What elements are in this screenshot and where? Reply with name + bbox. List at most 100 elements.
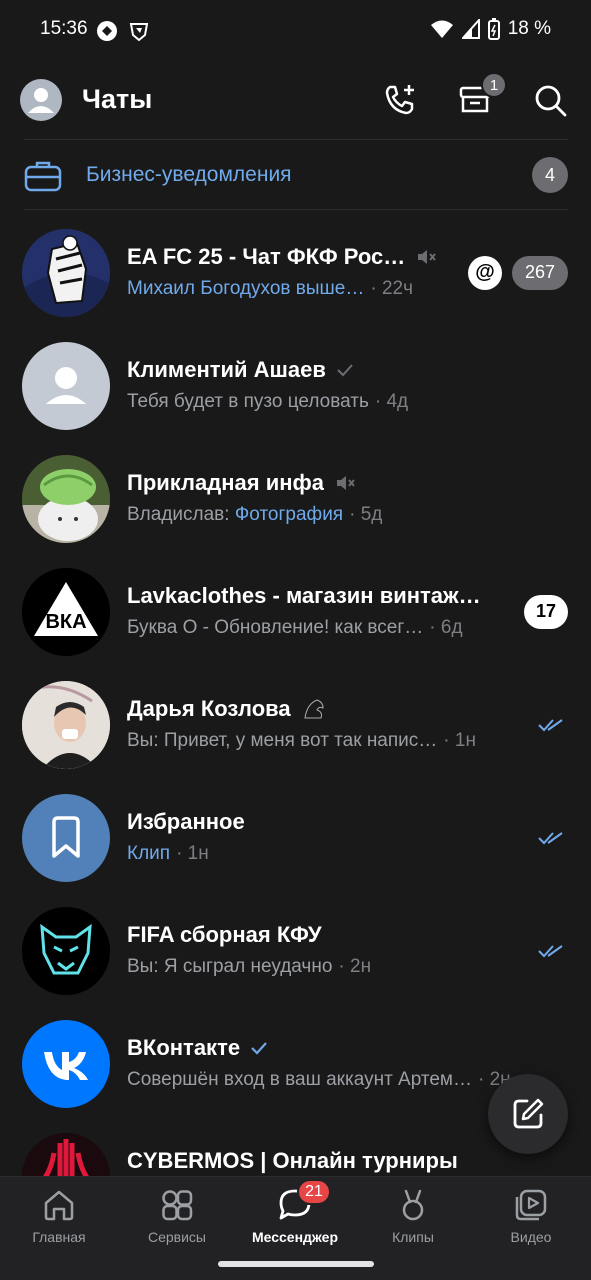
nav-services[interactable]: Сервисы xyxy=(118,1177,236,1257)
chat-avatar xyxy=(22,229,110,317)
chat-item[interactable]: Климентий Ашаев Тебя будет в пузо целова… xyxy=(0,329,591,442)
tiger-logo-image xyxy=(22,907,110,995)
business-notifications-label: Бизнес-уведомления xyxy=(86,163,292,186)
lavka-logo-text: ВКА xyxy=(45,611,86,633)
profile-avatar[interactable] xyxy=(20,79,62,121)
chat-time: · 5д xyxy=(349,504,383,525)
person-photo-image xyxy=(22,681,110,769)
video-icon xyxy=(515,1189,547,1221)
chat-time: · 1н xyxy=(443,730,476,751)
user-icon xyxy=(28,88,54,113)
chat-preview: Совершён вход в ваш аккаунт Артем… · 2н xyxy=(127,1069,511,1090)
chat-name: CYBERMOS | Онлайн турниры xyxy=(127,1148,458,1173)
goalkeeper-glove-image xyxy=(22,229,110,317)
briefcase-icon xyxy=(24,161,62,192)
chat-item[interactable]: Избранное Клип · 1н xyxy=(0,781,591,894)
chat-name: Избранное xyxy=(127,809,245,834)
chat-item[interactable]: EA FC 25 - Чат ФКФ Рос… Михаил Богодухов… xyxy=(0,216,591,329)
new-call-button[interactable] xyxy=(380,80,420,120)
search-button[interactable] xyxy=(530,80,570,120)
double-check-icon xyxy=(538,718,563,731)
chat-item[interactable]: FIFA сборная КФУ Вы: Я сыграл неудачно ·… xyxy=(0,894,591,1007)
chat-avatar: ВКА xyxy=(22,568,110,656)
phone-plus-icon xyxy=(385,85,414,115)
wifi-icon xyxy=(430,20,453,38)
double-check-icon xyxy=(538,831,563,844)
nav-messenger[interactable]: 21 Мессенджер xyxy=(236,1177,354,1257)
status-indicators: 18 % xyxy=(430,18,551,40)
vk-logo-icon xyxy=(44,1052,88,1080)
notification-app-icon xyxy=(97,21,117,41)
chat-preview: Владислав: Фотография · 5д xyxy=(127,504,383,525)
verified-check-icon xyxy=(251,1042,267,1055)
chat-avatar xyxy=(22,907,110,995)
chat-name: Климентий Ашаев xyxy=(127,357,354,383)
business-count-badge: 4 xyxy=(532,157,568,193)
chat-preview: Тебя будет в пузо целовать · 4д xyxy=(127,391,409,412)
chat-name: Lavkaclothes - магазин винтаж… xyxy=(127,583,481,608)
bookmark-icon xyxy=(52,816,80,858)
chat-avatar xyxy=(22,1020,110,1108)
chat-avatar xyxy=(22,681,110,769)
chat-avatar xyxy=(22,1133,110,1176)
search-icon xyxy=(535,85,567,117)
double-check-icon xyxy=(538,944,563,957)
battery-percent: 18 % xyxy=(507,18,551,39)
home-indicator[interactable] xyxy=(218,1261,374,1267)
clips-icon xyxy=(402,1189,424,1221)
unread-badge: 17 xyxy=(524,594,568,629)
mention-badge: @ xyxy=(468,255,502,290)
archive-badge: 1 xyxy=(481,72,507,98)
chat-preview: Буква О - Обновление! как всег… · 6д xyxy=(127,617,463,638)
dragon-emoji-icon xyxy=(304,699,324,719)
nav-video[interactable]: Видео xyxy=(472,1177,590,1257)
nav-clips[interactable]: Клипы xyxy=(354,1177,472,1257)
chat-item[interactable]: Дарья Козлова Вы: Привет, у меня вот так… xyxy=(0,668,591,781)
cat-with-cabbage-image xyxy=(22,455,110,543)
chat-name: EA FC 25 - Чат ФКФ Рос… xyxy=(127,244,437,270)
chat-preview: Клип · 1н xyxy=(127,843,209,864)
chat-avatar xyxy=(22,794,110,882)
bottom-navigation: Главная Сервисы 21 Мессенджер Клипы Виде… xyxy=(0,1176,591,1280)
chat-time: · 2н xyxy=(338,956,372,977)
chat-preview: Вы: Я сыграл неудачно · 2н xyxy=(127,956,372,977)
chat-item[interactable]: ВКА Lavkaclothes - магазин винтаж… Буква… xyxy=(0,555,591,668)
chat-time: · 22ч xyxy=(370,278,413,299)
chat-avatar xyxy=(22,455,110,543)
compose-button[interactable] xyxy=(488,1074,568,1154)
archive-button[interactable]: 1 xyxy=(455,72,507,120)
chat-time: · 4д xyxy=(374,391,409,412)
chat-item[interactable]: Прикладная инфа Владислав: Фотография · … xyxy=(0,442,591,555)
divider xyxy=(24,139,568,140)
business-notifications-row[interactable]: Бизнес-уведомления 4 xyxy=(0,141,591,209)
muted-icon xyxy=(418,250,436,264)
chat-avatar xyxy=(22,342,110,430)
unread-badge: 267 xyxy=(512,255,568,290)
cybermos-logo-image xyxy=(22,1133,110,1176)
chat-time: · 1н xyxy=(176,843,209,864)
chats-header: Чаты 1 xyxy=(0,70,591,132)
chat-name: FIFA сборная КФУ xyxy=(127,922,322,947)
chat-name: ВКонтакте xyxy=(127,1035,268,1061)
muted-icon xyxy=(337,476,355,490)
chat-name: Дарья Козлова xyxy=(127,696,327,722)
messenger-unread-badge: 21 xyxy=(297,1179,331,1205)
services-grid-icon xyxy=(162,1190,193,1221)
signal-icon xyxy=(461,19,480,39)
chat-preview: Вы: Привет, у меня вот так напис… · 1н xyxy=(127,730,476,751)
chat-preview: Михаил Богодухов выше… · 22ч xyxy=(127,278,413,299)
user-icon xyxy=(46,367,86,404)
notification-shield-icon xyxy=(129,23,149,42)
chat-sender: Владислав: xyxy=(127,504,235,525)
chat-time: · 6д xyxy=(429,617,463,638)
chat-list: EA FC 25 - Чат ФКФ Рос… Михаил Богодухов… xyxy=(0,216,591,1176)
battery-icon xyxy=(487,18,500,40)
read-check-icon xyxy=(337,364,353,377)
home-icon xyxy=(44,1190,74,1221)
lavka-logo-image: ВКА xyxy=(22,568,110,656)
status-time: 15:36 xyxy=(40,18,88,39)
nav-home[interactable]: Главная xyxy=(0,1177,118,1257)
divider xyxy=(24,209,568,210)
compose-icon xyxy=(513,1098,544,1129)
page-title: Чаты xyxy=(82,84,153,114)
